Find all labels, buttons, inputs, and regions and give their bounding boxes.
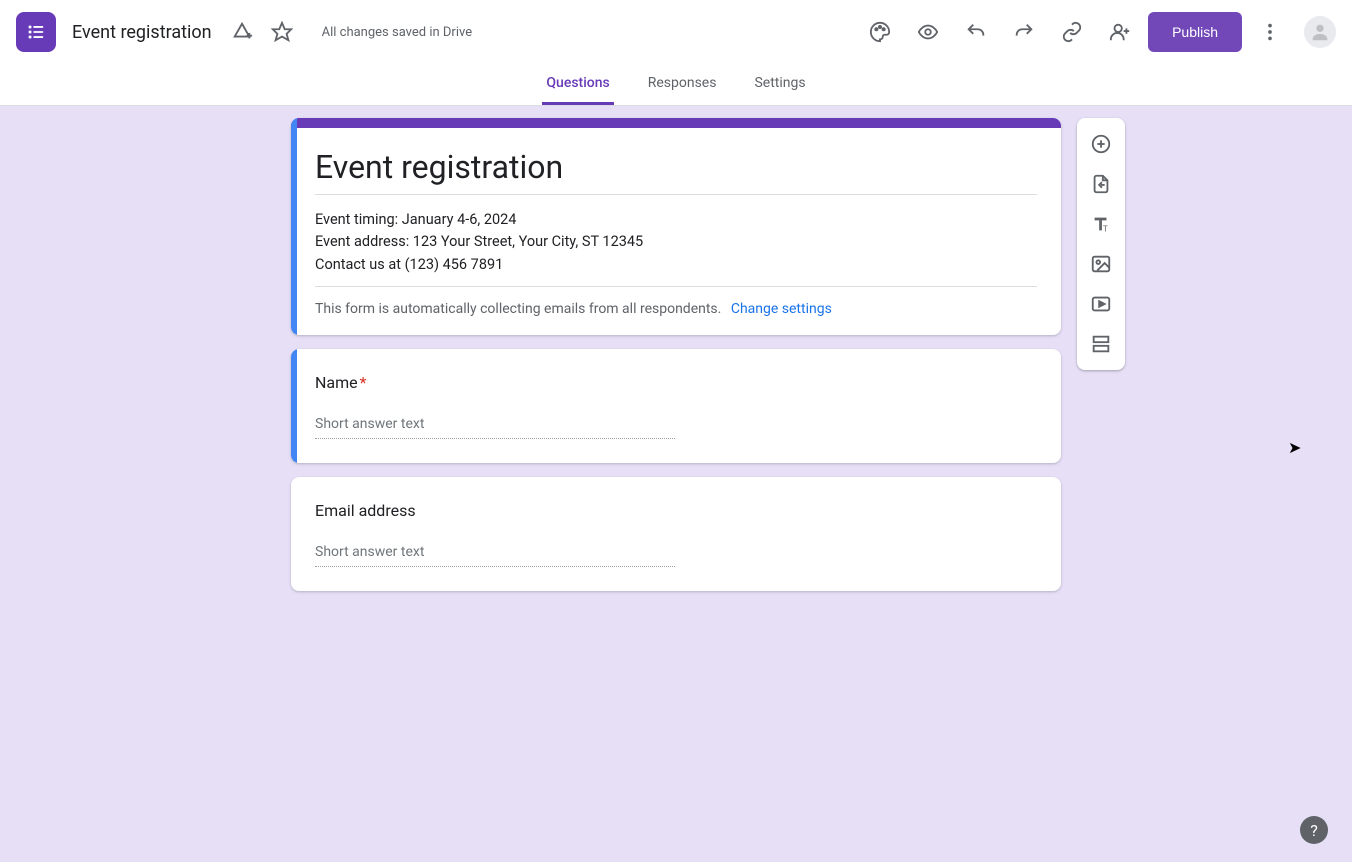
import-questions-icon[interactable] (1083, 164, 1119, 204)
title-card[interactable]: Event registration Event timing: January… (291, 118, 1061, 335)
tab-settings[interactable]: Settings (750, 64, 809, 105)
add-video-icon[interactable] (1083, 284, 1119, 324)
question-title[interactable]: Name* (315, 373, 1037, 392)
question-card[interactable]: Name* Short answer text (291, 349, 1061, 463)
form-description[interactable]: Event timing: January 4-6, 2024 Event ad… (315, 209, 1037, 287)
add-section-icon[interactable] (1083, 324, 1119, 364)
email-collection-text: This form is automatically collecting em… (315, 301, 721, 317)
publish-button[interactable]: Publish (1148, 12, 1242, 52)
short-answer-placeholder: Short answer text (315, 416, 675, 439)
short-answer-placeholder: Short answer text (315, 544, 675, 567)
save-status: All changes saved in Drive (322, 25, 473, 40)
svg-text:T: T (1103, 224, 1108, 234)
preview-icon[interactable] (908, 12, 948, 52)
form-title[interactable]: Event registration (315, 148, 1037, 195)
editor-tabs: Questions Responses Settings (0, 64, 1352, 106)
change-settings-link[interactable]: Change settings (731, 301, 832, 317)
forms-app-icon[interactable] (16, 12, 56, 52)
help-icon[interactable]: ? (1300, 816, 1328, 844)
add-collaborators-icon[interactable] (1100, 12, 1140, 52)
account-avatar[interactable] (1304, 16, 1336, 48)
tab-questions[interactable]: Questions (542, 64, 613, 105)
question-title-text: Name (315, 373, 358, 392)
required-indicator: * (360, 373, 367, 392)
document-title[interactable]: Event registration (72, 22, 212, 43)
email-collection-notice: This form is automatically collecting em… (315, 301, 1037, 317)
question-toolbar: T (1077, 118, 1125, 370)
tab-responses[interactable]: Responses (644, 64, 721, 105)
customize-theme-icon[interactable] (860, 12, 900, 52)
header-actions: Publish (860, 12, 1336, 52)
undo-icon[interactable] (956, 12, 996, 52)
addons-icon[interactable] (222, 12, 262, 52)
more-options-icon[interactable] (1250, 12, 1290, 52)
add-question-icon[interactable] (1083, 124, 1119, 164)
redo-icon[interactable] (1004, 12, 1044, 52)
question-title[interactable]: Email address (315, 501, 1037, 520)
app-header: Event registration All changes saved in … (0, 0, 1352, 64)
add-title-icon[interactable]: T (1083, 204, 1119, 244)
star-icon[interactable] (262, 12, 302, 52)
question-card[interactable]: Email address Short answer text (291, 477, 1061, 591)
add-image-icon[interactable] (1083, 244, 1119, 284)
question-title-text: Email address (315, 501, 416, 520)
copy-link-icon[interactable] (1052, 12, 1092, 52)
form-canvas: Event registration Event timing: January… (0, 106, 1352, 862)
